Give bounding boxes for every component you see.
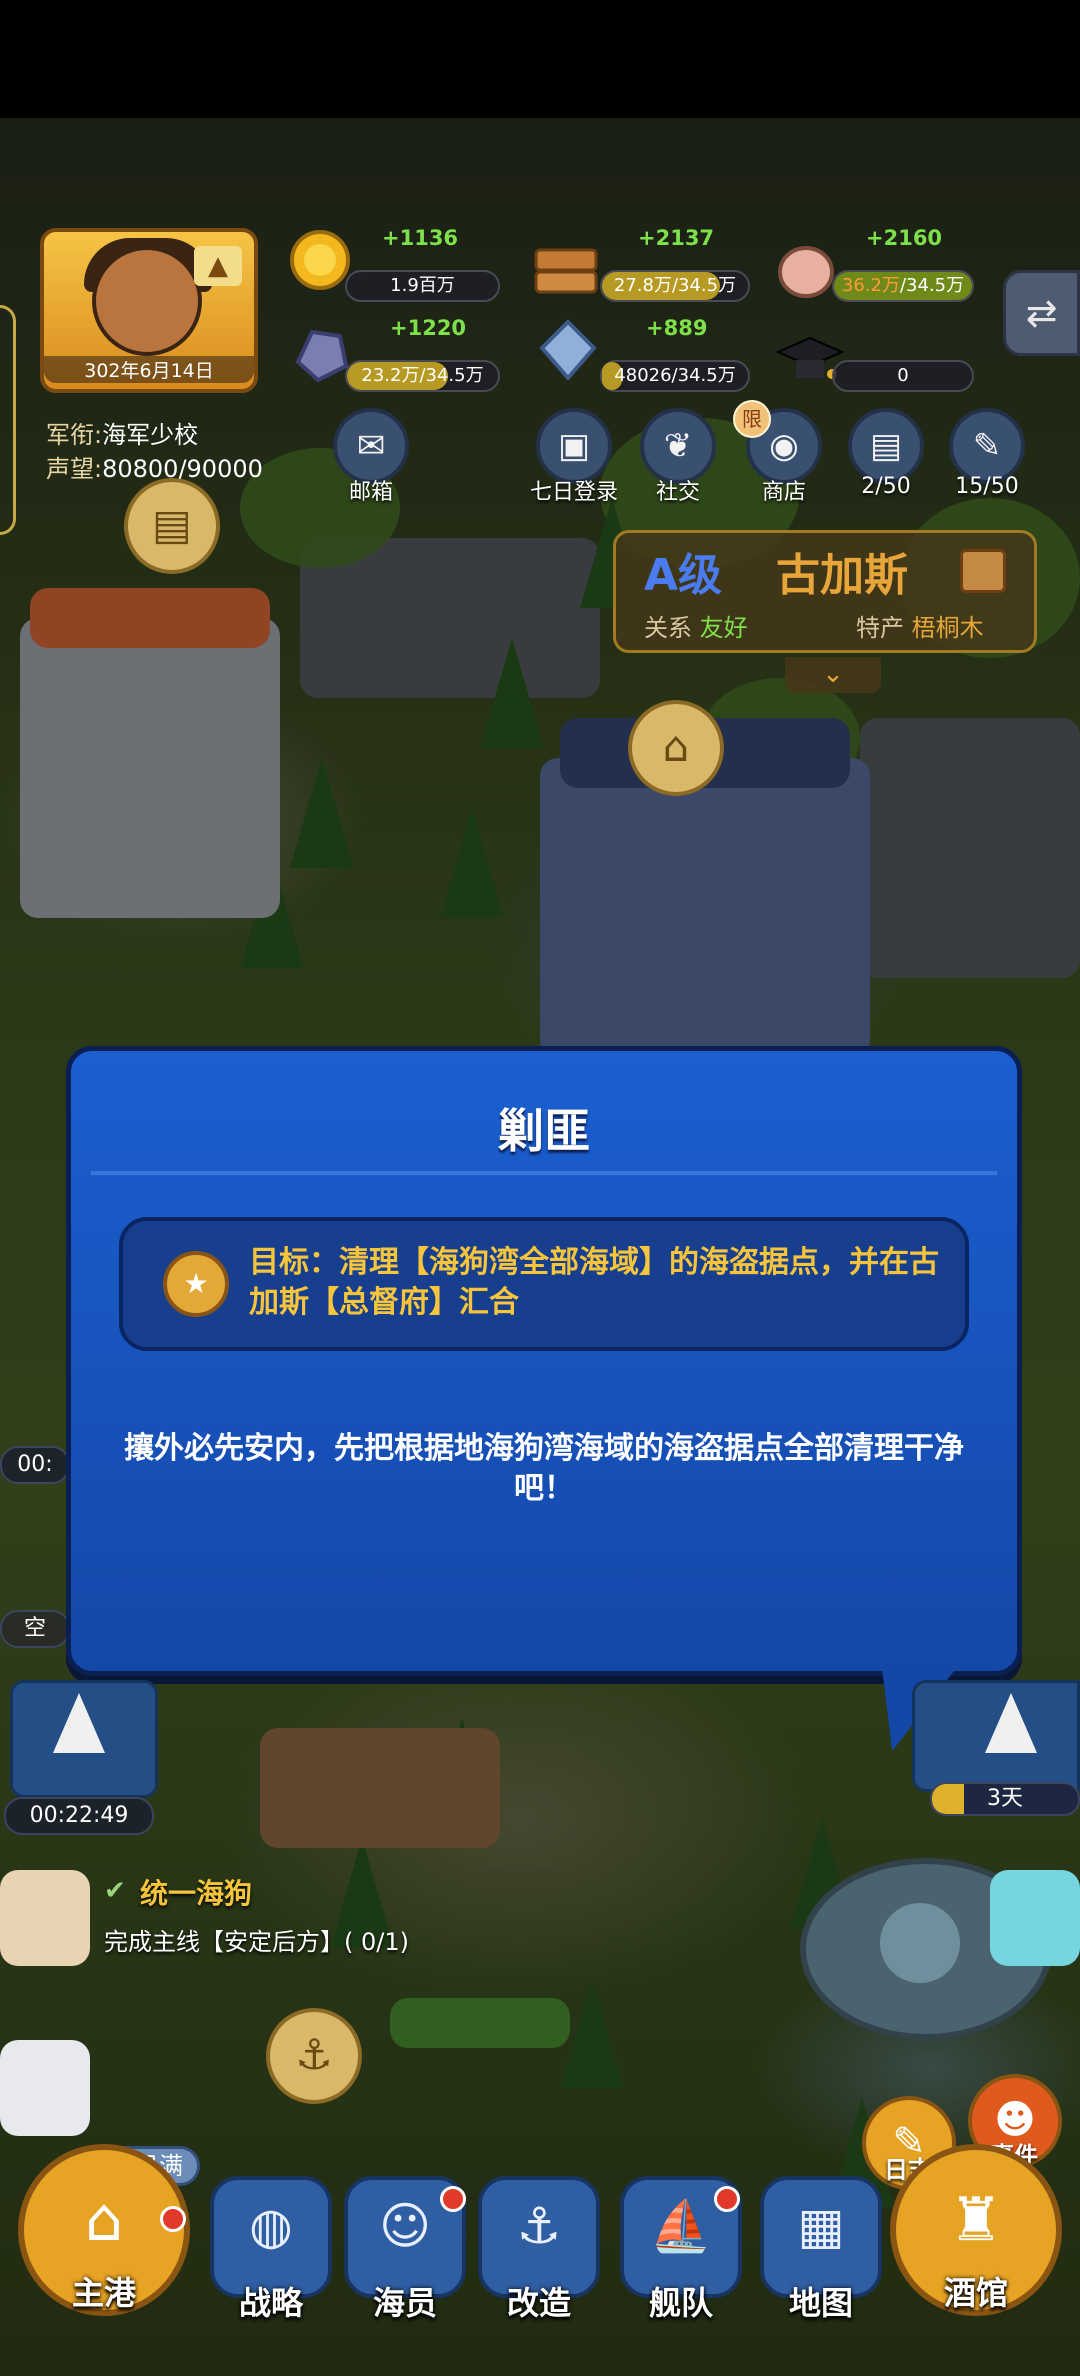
rank-value: 海军少校 <box>102 421 199 449</box>
stone-icon <box>288 322 352 383</box>
fleet-alert-dot <box>714 2186 740 2212</box>
quest-desc[interactable]: 完成主线【安定后方】( 0/1) <box>104 1926 424 1958</box>
avatar-face <box>92 246 202 356</box>
voyage-progress: 3天 <box>930 1782 1080 1816</box>
quest-count: 15/50 <box>955 474 1019 499</box>
login-label: 七日登录 <box>529 480 618 505</box>
ship-sail-icon <box>53 1693 105 1753</box>
stone-amount-bar[interactable]: 23.2万/34.5万 <box>345 360 500 392</box>
dialog-body: 攘外必先安内，先把根据地海狗湾海域的海盗据点全部清理干净吧！ <box>124 1431 964 1506</box>
cap-amount: 0 <box>897 365 909 386</box>
quest-scroll-icon[interactable]: ✎ <box>949 408 1025 484</box>
nav-tavern-label: 酒馆 <box>943 2274 1008 2312</box>
nav-fleet-label: 舰队 <box>648 2284 713 2322</box>
relation-value: 友好 <box>699 614 748 642</box>
nav-strategy-label: 战略 <box>238 2284 303 2322</box>
cat-mascot-right <box>990 1870 1080 1966</box>
goal-text: 目标：清理【海狗湾全部海域】的海盗据点，并在古加斯【总督府】汇合 <box>249 1245 939 1320</box>
stone-gain: +1220 <box>390 316 467 340</box>
goal-box: ★ 目标：清理【海狗湾全部海域】的海盗据点，并在古加斯【总督府】汇合 <box>119 1217 969 1351</box>
quest-check-icon: ✔ <box>104 1876 126 1906</box>
wood-amount-bar[interactable]: 27.8万/34.5万 <box>600 270 750 302</box>
dialog-divider <box>91 1171 997 1175</box>
gold-coin-icon <box>288 228 352 290</box>
crystal-amount-bar[interactable]: 48026/34.5万 <box>600 360 750 392</box>
rank-up-icon[interactable]: ▲ <box>194 246 242 286</box>
calendar-icon[interactable]: ▣ <box>536 408 612 484</box>
player-stats: 军衔:海军少校 声望:80800/90000 <box>46 418 263 486</box>
mission-dialog[interactable]: 剿匪 ★ 目标：清理【海狗湾全部海域】的海盗据点，并在古加斯【总督府】汇合 攘外… <box>66 1046 1022 1676</box>
meat-amount-cap: /34.5万 <box>899 275 965 296</box>
governor-pin-icon[interactable]: ⌂ <box>628 700 724 796</box>
shop-limited-badge: 限 <box>733 400 771 438</box>
gold-amount-bar[interactable]: 1.9百万 <box>345 270 500 302</box>
rank-label: 军衔: <box>46 421 103 449</box>
book-icon[interactable]: ▤ <box>848 408 924 484</box>
gold-amount: 1.9百万 <box>390 275 455 296</box>
wood-amount: 27.8万/34.5万 <box>613 275 737 296</box>
mail-label: 邮箱 <box>348 480 393 505</box>
left-panel-edge[interactable] <box>0 305 16 535</box>
goal-medal-icon: ★ <box>163 1251 229 1317</box>
gold-gain: +1136 <box>382 226 459 250</box>
city-name: 古加斯 <box>776 550 908 601</box>
left-idle-partial: 空 <box>0 1610 70 1648</box>
game-date: 302年6月14日 <box>44 356 254 383</box>
library-pin-icon[interactable]: ▤ <box>124 478 220 574</box>
nav-crew-label: 海员 <box>372 2284 437 2322</box>
meat-icon <box>774 240 838 300</box>
crystal-icon <box>536 318 600 382</box>
anchor-pin-icon[interactable]: ⚓ <box>266 2008 362 2104</box>
cat-mascot-left-2 <box>0 2040 90 2136</box>
crystal-amount: 48026/34.5万 <box>614 365 736 386</box>
chevron-down-icon[interactable]: ⌄ <box>785 657 881 693</box>
left-timer-partial: 00: <box>0 1446 70 1484</box>
meat-amount-bar[interactable]: 36.2万/34.5万 <box>832 270 974 302</box>
wood-gain: +2137 <box>638 226 715 250</box>
stone-amount: 23.2万/34.5万 <box>361 365 484 386</box>
relation-label: 关系 <box>644 614 692 642</box>
mail-icon[interactable]: ✉ <box>333 408 409 484</box>
quest-title[interactable]: 统一海狗 <box>140 1872 252 1912</box>
wood-icon <box>532 240 598 300</box>
ship-timer: 00:22:49 <box>4 1797 154 1835</box>
crew-alert-dot <box>440 2186 466 2212</box>
voyage-ship[interactable] <box>912 1680 1080 1792</box>
product-label: 特产 <box>856 614 904 642</box>
cap-amount-bar[interactable]: 0 <box>832 360 974 392</box>
graduation-cap-icon <box>774 330 845 390</box>
voyage-sail-icon <box>985 1693 1037 1753</box>
swap-icon[interactable]: ⇄ <box>1003 270 1080 356</box>
nav-refit-label: 改造 <box>506 2284 571 2322</box>
voyage-days: 3天 <box>987 1786 1023 1811</box>
meat-amount-over: 36.2万 <box>841 275 900 296</box>
product-value: 梧桐木 <box>911 614 984 642</box>
main-port-alert-dot <box>160 2206 186 2232</box>
cat-mascot-left <box>0 1870 90 1966</box>
crystal-gain: +889 <box>646 316 708 340</box>
city-info-panel[interactable]: A级 古加斯 关系 友好 特产 梧桐木 <box>613 530 1037 653</box>
fame-label: 声望: <box>46 455 103 483</box>
specialty-wood-icon <box>960 549 1006 593</box>
laurel-icon[interactable]: ❦ <box>640 408 716 484</box>
player-avatar[interactable]: ▲ 302年6月14日 <box>40 228 258 393</box>
docked-ship[interactable] <box>10 1680 158 1798</box>
city-grade: A级 <box>644 550 723 601</box>
social-label: 社交 <box>655 480 700 505</box>
dialog-title: 剿匪 <box>498 1104 590 1158</box>
meat-gain: +2160 <box>866 226 943 250</box>
nav-map-label: 地图 <box>788 2284 853 2322</box>
nav-main-label: 主港 <box>71 2274 136 2312</box>
